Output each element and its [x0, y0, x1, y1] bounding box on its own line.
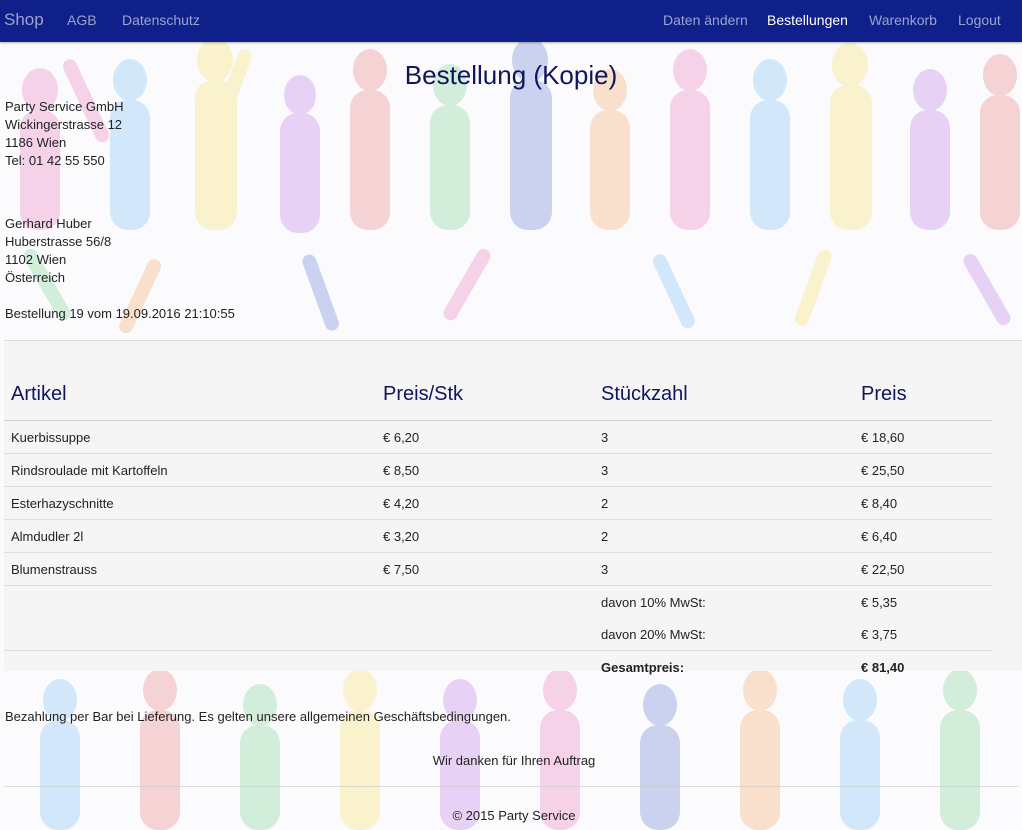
cell-preis: € 18,60	[861, 429, 905, 445]
empty-cell	[4, 650, 376, 683]
total-value: € 81,40	[854, 650, 992, 683]
cell-preis-stk: € 6,20	[383, 429, 420, 445]
cell-preis: € 22,50	[854, 552, 992, 586]
footer-divider	[4, 786, 1018, 787]
seller-city: 1186 Wien	[5, 135, 67, 150]
vat-20-label: davon 20% MwSt:	[601, 626, 706, 642]
cell-preis-stk: € 4,20	[376, 486, 594, 520]
cell-stueckzahl: 2	[594, 519, 854, 553]
cell-preis: € 25,50	[854, 453, 992, 487]
table-header-row: Artikel Preis/Stk Stückzahl Preis	[4, 341, 992, 421]
customer-country: Österreich	[5, 270, 65, 285]
cell-preis: € 8,40	[854, 486, 992, 520]
customer-address: Gerhard Huber Huberstrasse 56/8 1102 Wie…	[5, 215, 111, 287]
cell-artikel: Kuerbissuppe	[11, 429, 91, 445]
order-info: Bestellung 19 vom 19.09.2016 21:10:55	[5, 306, 235, 321]
cell-preis-stk: € 8,50	[376, 453, 594, 487]
cell-stueckzahl: 3	[594, 453, 854, 487]
vat-10-label: davon 10% MwSt:	[594, 585, 854, 618]
total-row: Gesamtpreis: € 81,40	[4, 650, 992, 683]
header-artikel: Artikel	[4, 341, 376, 421]
cell-preis-stk: € 7,50	[376, 552, 594, 586]
nav-link-logout[interactable]: Logout	[958, 12, 1001, 28]
seller-street: Wickingerstrasse 12	[5, 117, 123, 132]
seller-address: Party Service GmbH Wickingerstrasse 12 1…	[5, 98, 123, 170]
nav-brand-shop[interactable]: Shop	[4, 10, 44, 30]
page-title: Bestellung (Kopie)	[404, 60, 618, 90]
seller-phone: Tel: 01 42 55 550	[5, 153, 105, 168]
table-row: Kuerbissuppe € 6,20 3 € 18,60	[4, 421, 992, 454]
seller-name: Party Service GmbH	[5, 99, 124, 114]
top-navbar: Shop AGB Datenschutz Daten ändern Bestel…	[0, 0, 1022, 42]
cell-artikel: Esterhazyschnitte	[4, 486, 376, 520]
table-row: Almdudler 2l € 3,20 2 € 6,40	[4, 519, 992, 553]
cell-preis: € 6,40	[854, 519, 992, 553]
order-table: Artikel Preis/Stk Stückzahl Preis Kuerbi…	[4, 341, 992, 683]
customer-name: Gerhard Huber	[5, 216, 92, 231]
empty-cell	[376, 585, 594, 618]
vat-row: davon 20% MwSt: € 3,75	[4, 618, 992, 651]
nav-link-warenkorb[interactable]: Warenkorb	[869, 12, 937, 28]
thanks-message: Wir danken für Ihren Auftrag	[432, 753, 596, 768]
cell-stueckzahl: 3	[594, 552, 854, 586]
cell-stueckzahl: 3	[601, 429, 609, 445]
cell-artikel: Blumenstrauss	[4, 552, 376, 586]
cell-artikel: Rindsroulade mit Kartoffeln	[4, 453, 376, 487]
table-row: Blumenstrauss € 7,50 3 € 22,50	[4, 552, 992, 586]
order-table-panel: Artikel Preis/Stk Stückzahl Preis Kuerbi…	[4, 340, 1022, 683]
header-stueckzahl: Stückzahl	[594, 341, 854, 421]
vat-row: davon 10% MwSt: € 5,35	[4, 585, 992, 618]
customer-street: Huberstrasse 56/8	[5, 234, 112, 249]
nav-link-agb[interactable]: AGB	[67, 12, 97, 28]
main-content: Bestellung (Kopie) Party Service GmbH Wi…	[0, 42, 1022, 830]
vat-20-value: € 3,75	[861, 626, 898, 642]
footer-copyright: © 2015 Party Service	[452, 808, 576, 823]
header-preis: Preis	[854, 341, 992, 421]
vat-10-value: € 5,35	[854, 585, 992, 618]
cell-stueckzahl: 2	[594, 486, 854, 520]
total-label: Gesamtpreis:	[594, 650, 854, 683]
cell-artikel: Almdudler 2l	[4, 519, 376, 553]
table-row: Esterhazyschnitte € 4,20 2 € 8,40	[4, 486, 992, 520]
nav-link-bestellungen[interactable]: Bestellungen	[767, 12, 848, 28]
empty-cell	[376, 618, 594, 651]
nav-link-datenschutz[interactable]: Datenschutz	[122, 12, 200, 28]
table-row: Rindsroulade mit Kartoffeln € 8,50 3 € 2…	[4, 453, 992, 487]
empty-cell	[4, 585, 376, 618]
empty-cell	[376, 650, 594, 683]
nav-link-daten-aendern[interactable]: Daten ändern	[663, 12, 748, 28]
header-preis-stk: Preis/Stk	[376, 341, 594, 421]
empty-cell	[4, 618, 376, 651]
cell-preis-stk: € 3,20	[376, 519, 594, 553]
payment-note: Bezahlung per Bar bei Lieferung. Es gelt…	[5, 709, 511, 724]
customer-city: 1102 Wien	[5, 252, 67, 267]
